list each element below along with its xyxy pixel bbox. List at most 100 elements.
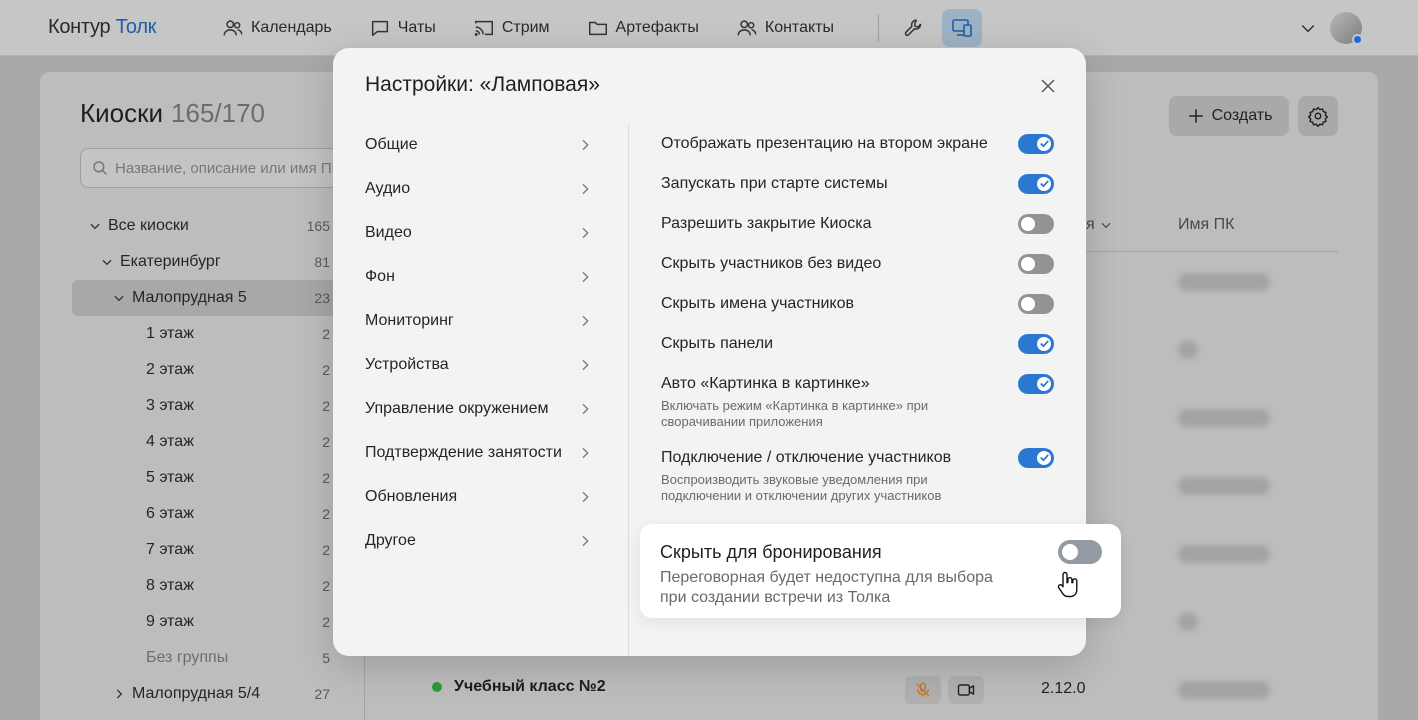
blurred-pc-name	[1178, 409, 1270, 427]
nav-calendar-label: Календарь	[251, 19, 332, 36]
tree-item-selected[interactable]: Малопрудная 5 23	[72, 280, 338, 316]
tree-item[interactable]: 2 этаж 2	[72, 352, 338, 388]
blurred-pc-name	[1178, 681, 1270, 699]
tree-item[interactable]: 6 этаж 2	[72, 496, 338, 532]
tree-item[interactable]: 1 этаж 2	[72, 316, 338, 352]
tree-item[interactable]: Екатеринбург 81	[72, 244, 338, 280]
tree-item[interactable]: 8 этаж 2	[72, 568, 338, 604]
option-title: Авто «Картинка в картинке»	[661, 375, 870, 392]
option-title: Разрешить закрытие Киоска	[661, 215, 872, 232]
tree-item-label: 1 этаж	[146, 325, 194, 342]
option-toggle-hide-panels[interactable]	[1018, 334, 1054, 354]
folder-icon	[588, 21, 607, 36]
option-row: Запускать при старте системы	[661, 174, 1061, 194]
option-toggle-hide-names[interactable]	[1018, 294, 1054, 314]
nav-calendar[interactable]: Календарь	[222, 17, 332, 39]
tree-item-count: 2	[322, 470, 330, 486]
settings-menu-monitoring[interactable]: Мониторинг	[365, 303, 593, 339]
nav-chats[interactable]: Чаты	[369, 17, 436, 39]
tree-item[interactable]: 5 этаж 2	[72, 460, 338, 496]
option-toggle-join-sounds[interactable]	[1018, 448, 1054, 468]
tree-item-label: 2 этаж	[146, 361, 194, 378]
table-row[interactable]: Учебный класс №2	[432, 678, 606, 696]
settings-menu-updates[interactable]: Обновления	[365, 479, 593, 515]
chevron-down-icon	[1301, 24, 1315, 33]
option-toggle-autostart[interactable]	[1018, 174, 1054, 194]
nav-contacts[interactable]: Контакты	[736, 17, 834, 39]
chevron-down-icon	[90, 223, 100, 230]
nav-artifacts[interactable]: Артефакты	[587, 17, 699, 39]
option-title: Запускать при старте системы	[661, 175, 888, 192]
tree-item-count: 165	[306, 218, 330, 234]
option-title: Скрыть панели	[661, 335, 774, 352]
app-logo[interactable]: Контур Толк	[48, 16, 156, 39]
tree-item-label: 8 этаж	[146, 577, 194, 594]
tree-item-label: 7 этаж	[146, 541, 194, 558]
tree-item[interactable]: Малопрудная 5/4 27	[72, 676, 338, 712]
wrench-icon	[904, 19, 922, 36]
menu-item-label: Подтверждение занятости	[365, 444, 562, 461]
settings-menu-occupancy[interactable]: Подтверждение занятости	[365, 435, 593, 471]
settings-menu-general[interactable]: Общие	[365, 127, 593, 163]
option-toggle-hide-no-video[interactable]	[1018, 254, 1054, 274]
online-status-dot	[432, 682, 442, 692]
settings-menu-video[interactable]: Видео	[365, 215, 593, 251]
tree-item[interactable]: 7 этаж 2	[72, 532, 338, 568]
settings-menu-audio[interactable]: Аудио	[365, 171, 593, 207]
tree-item[interactable]: 4 этаж 2	[72, 424, 338, 460]
settings-menu-background[interactable]: Фон	[365, 259, 593, 295]
tree-item[interactable]: Все киоски 165	[72, 208, 338, 244]
stream-icon	[474, 20, 493, 36]
status-dot	[1352, 34, 1363, 45]
chevron-right-icon	[582, 315, 589, 327]
tree-item[interactable]: 3 этаж 2	[72, 388, 338, 424]
chevron-down-icon	[1101, 222, 1111, 229]
column-header-pc-name[interactable]: Имя ПК	[1178, 216, 1234, 234]
blurred-pc-name	[1178, 545, 1270, 563]
option-row: Авто «Картинка в картинке» Включать режи…	[661, 374, 1061, 430]
tree-item[interactable]: 9 этаж 2	[72, 604, 338, 640]
logo-part1: Контур	[48, 16, 111, 38]
search-input[interactable]: Название, описание или имя ПК	[80, 148, 370, 188]
settings-menu-other[interactable]: Другое	[365, 523, 593, 559]
option-toggle-second-screen[interactable]	[1018, 134, 1054, 154]
tree-item-label: Екатеринбург	[120, 253, 221, 270]
settings-menu-devices[interactable]: Устройства	[365, 347, 593, 383]
blurred-pc-name	[1178, 273, 1270, 291]
tree-item-label: 5 этаж	[146, 469, 194, 486]
option-row: Отображать презентацию на втором экране	[661, 134, 1061, 154]
account-menu-chevron[interactable]	[1298, 18, 1318, 43]
option-title: Подключение / отключение участников	[661, 449, 952, 466]
devices-button[interactable]	[942, 9, 982, 47]
nav-stream-label: Стрим	[501, 19, 550, 36]
column-header-version-label: я	[1086, 216, 1095, 233]
camera-status-button[interactable]	[948, 676, 984, 704]
mic-status-button[interactable]	[905, 676, 941, 704]
menu-item-label: Устройства	[365, 356, 449, 373]
option-toggle-auto-pip[interactable]	[1018, 374, 1054, 394]
option-toggle-allow-close[interactable]	[1018, 214, 1054, 234]
modal-title: Настройки: «Ламповая»	[365, 73, 600, 96]
option-row: Скрыть панели	[661, 334, 1061, 354]
option-title: Скрыть для бронирования	[660, 542, 882, 562]
settings-menu-environment[interactable]: Управление окружением	[365, 391, 593, 427]
nav-contacts-label: Контакты	[764, 19, 834, 36]
nav-divider	[878, 14, 879, 42]
check-icon	[1040, 140, 1049, 148]
page-settings-button[interactable]	[1298, 96, 1338, 136]
admin-tools-button[interactable]	[896, 10, 932, 46]
option-toggle-hide-for-booking[interactable]	[1058, 540, 1102, 564]
tree-item-count: 2	[322, 434, 330, 450]
tree-item[interactable]: Без группы 5	[72, 640, 338, 676]
tree-item-label: Малопрудная 5	[132, 289, 247, 306]
close-button[interactable]	[1037, 75, 1059, 97]
video-camera-icon	[957, 684, 975, 696]
chevron-down-icon	[114, 295, 124, 302]
create-button[interactable]: Создать	[1169, 96, 1289, 136]
option-title: Скрыть имена участников	[661, 295, 854, 312]
column-header-version[interactable]: я	[1086, 216, 1113, 234]
option-row: Подключение / отключение участников Восп…	[661, 448, 1061, 504]
contacts-icon	[737, 20, 757, 36]
page-title-text: Киоски	[80, 98, 164, 128]
nav-stream[interactable]: Стрим	[473, 17, 550, 39]
